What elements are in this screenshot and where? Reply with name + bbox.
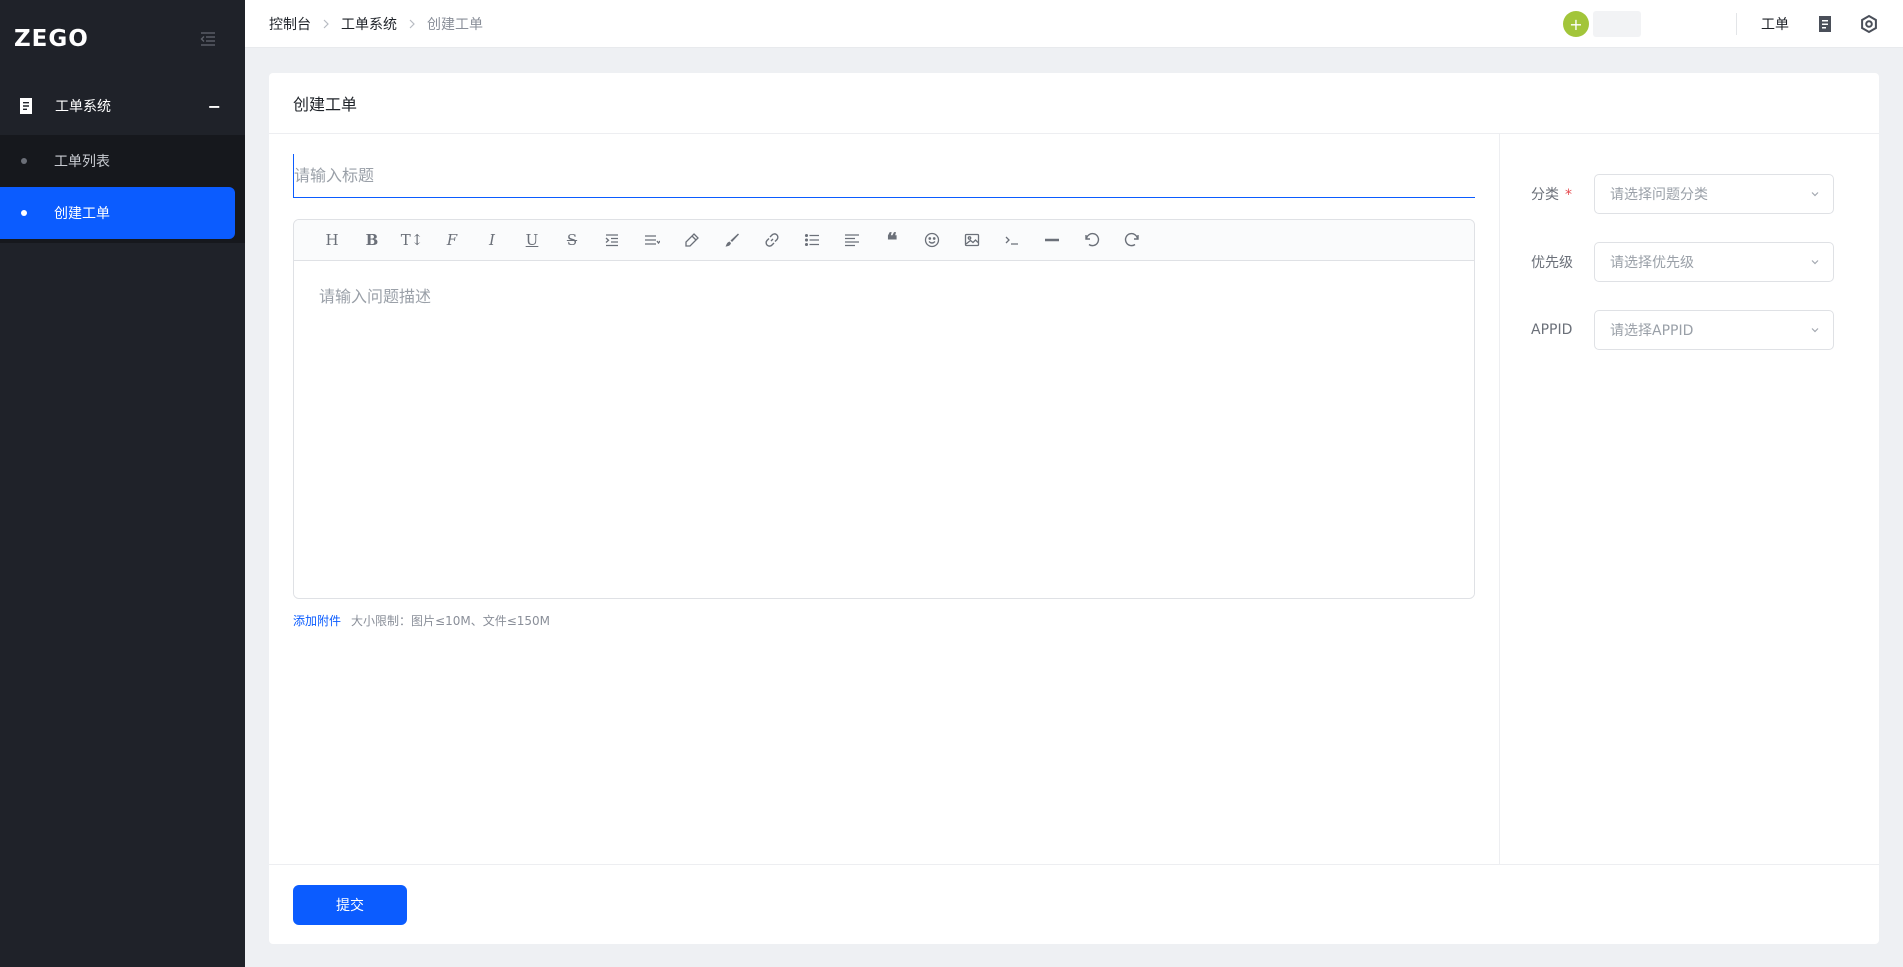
sidebar: ZEGO 工单系统 − 工单列表 创建工单: [0, 0, 245, 967]
code-icon[interactable]: [992, 220, 1032, 261]
breadcrumb-ticket-system[interactable]: 工单系统: [341, 14, 397, 34]
chevron-down-icon: [1811, 328, 1819, 333]
menu-group-ticket-system[interactable]: 工单系统 −: [0, 77, 245, 135]
ticket-properties-pane: 分类 * 请选择问题分类 优先级 请选择优先级 APPID 请选择APPID: [1500, 134, 1879, 864]
title-input[interactable]: [293, 154, 1475, 198]
required-mark: *: [1565, 187, 1572, 203]
font-size-icon[interactable]: T↕: [392, 220, 432, 261]
quote-icon[interactable]: ❝: [872, 220, 912, 261]
add-attachment-link[interactable]: 添加附件: [293, 612, 341, 629]
attachment-row: 添加附件 大小限制：图片≤10M、文件≤150M: [293, 612, 1475, 629]
brush-icon[interactable]: [712, 220, 752, 261]
settings-icon[interactable]: [1859, 14, 1879, 34]
sidebar-item-label: 工单列表: [54, 154, 110, 170]
breadcrumb-console[interactable]: 控制台: [269, 14, 311, 34]
card-body: H B T↕ F I U S: [269, 134, 1879, 864]
image-icon[interactable]: [952, 220, 992, 261]
category-select[interactable]: 请选择问题分类: [1594, 174, 1834, 214]
editor-toolbar: H B T↕ F I U S ❝: [294, 220, 1474, 261]
logo-row: ZEGO: [0, 0, 245, 77]
zego-logo[interactable]: ZEGO: [14, 26, 89, 52]
collapse-group-icon[interactable]: −: [208, 97, 221, 116]
description-editor[interactable]: 请输入问题描述: [294, 261, 1474, 598]
strikethrough-icon[interactable]: S: [552, 220, 592, 261]
heading-icon[interactable]: H: [312, 220, 352, 261]
document-icon[interactable]: [1815, 14, 1835, 34]
rich-text-editor: H B T↕ F I U S ❝ 请输入问题描述: [293, 219, 1475, 599]
appid-select-placeholder: 请选择APPID: [1610, 323, 1694, 339]
bullet-icon: [21, 158, 27, 164]
priority-row: 优先级 请选择优先级: [1531, 242, 1879, 282]
bold-icon[interactable]: B: [352, 220, 392, 261]
chevron-right-icon: [323, 19, 329, 28]
document-icon: [20, 98, 32, 114]
bullet-icon: [21, 210, 27, 216]
redo-icon[interactable]: [1112, 220, 1152, 261]
chevron-right-icon: [409, 19, 415, 28]
submenu: 工单列表 创建工单: [0, 135, 245, 243]
indent-icon[interactable]: [592, 220, 632, 261]
category-label: 分类 *: [1531, 187, 1572, 203]
italic-icon[interactable]: I: [472, 220, 512, 261]
topbar-actions: + 工单: [1563, 0, 1903, 48]
attachment-size-hint: 大小限制：图片≤10M、文件≤150M: [351, 614, 551, 628]
divider: [1736, 13, 1737, 35]
appid-select[interactable]: 请选择APPID: [1594, 310, 1834, 350]
collapse-sidebar-icon[interactable]: [199, 30, 217, 48]
bullet-list-icon[interactable]: [792, 220, 832, 261]
font-color-icon[interactable]: F: [432, 220, 472, 261]
sidebar-item-label: 创建工单: [54, 206, 110, 222]
chevron-down-icon: [1811, 260, 1819, 265]
divider-icon[interactable]: [1032, 220, 1072, 261]
category-select-placeholder: 请选择问题分类: [1610, 187, 1708, 203]
category-row: 分类 * 请选择问题分类: [1531, 174, 1879, 214]
highlighter-icon[interactable]: [672, 220, 712, 261]
user-name-placeholder[interactable]: [1593, 11, 1641, 37]
menu-group-label: 工单系统: [55, 99, 111, 115]
underline-icon[interactable]: U: [512, 220, 552, 261]
submit-button[interactable]: 提交: [293, 884, 407, 925]
align-left-icon[interactable]: [832, 220, 872, 261]
appid-label: APPID: [1531, 322, 1573, 338]
ticket-content-pane: H B T↕ F I U S: [269, 134, 1500, 864]
line-height-icon[interactable]: [632, 220, 672, 261]
priority-select-placeholder: 请选择优先级: [1610, 255, 1694, 271]
avatar[interactable]: +: [1563, 11, 1589, 37]
ticket-link[interactable]: 工单: [1761, 14, 1789, 34]
appid-row: APPID 请选择APPID: [1531, 310, 1879, 350]
priority-label: 优先级: [1531, 255, 1573, 271]
link-icon[interactable]: [752, 220, 792, 261]
card-footer: 提交: [269, 864, 1879, 944]
emoji-icon[interactable]: [912, 220, 952, 261]
priority-select[interactable]: 请选择优先级: [1594, 242, 1834, 282]
sidebar-item-create-ticket[interactable]: 创建工单: [0, 187, 235, 239]
breadcrumb-current: 创建工单: [427, 16, 483, 33]
card-title: 创建工单: [269, 73, 1879, 134]
sidebar-item-ticket-list[interactable]: 工单列表: [0, 135, 245, 187]
topbar: 控制台 工单系统 创建工单 + 工单: [245, 0, 1903, 48]
undo-icon[interactable]: [1072, 220, 1112, 261]
create-ticket-card: 创建工单 H B T↕ F I U S: [269, 73, 1879, 944]
chevron-down-icon: [1811, 192, 1819, 197]
